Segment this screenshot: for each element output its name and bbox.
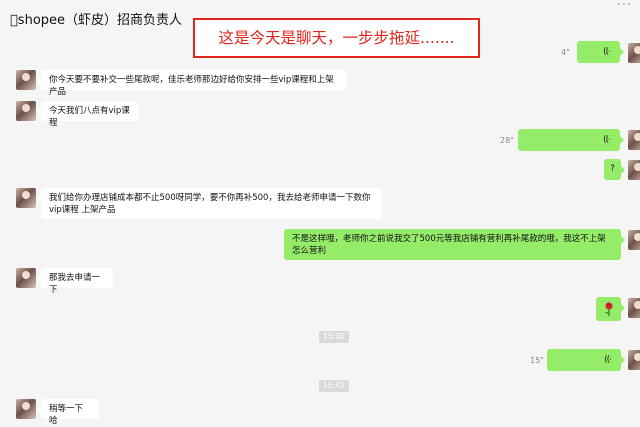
incoming-message[interactable]: 那我去申请一下 (37, 268, 113, 295)
my-avatar[interactable] (628, 130, 640, 150)
my-avatar[interactable] (628, 43, 640, 63)
outgoing-emoji-message[interactable] (596, 297, 625, 321)
outgoing-message[interactable]: 不是这样哦，老师你之前说我交了500元等我店铺有营利再补尾款的哦，我这不上架怎么… (284, 229, 625, 260)
voice-wave-icon: ((· (603, 47, 611, 57)
contact-avatar[interactable] (16, 70, 36, 90)
contact-avatar[interactable] (16, 268, 36, 288)
my-avatar[interactable] (628, 230, 640, 250)
rose-icon (605, 302, 613, 316)
incoming-message[interactable]: 今天我们八点有vip课程 (37, 101, 138, 128)
outgoing-voice-message[interactable]: ((· (518, 129, 624, 151)
outgoing-voice-message[interactable]: ((· (577, 41, 624, 63)
incoming-message[interactable]: 你今天要不要补交一些尾款呢，佳乐老师那边好给你安排一些vip课程和上架产品 (37, 70, 346, 97)
outgoing-voice-message[interactable]: ((· (547, 349, 625, 371)
voice-wave-icon: ((· (603, 135, 611, 145)
contact-avatar[interactable] (16, 101, 36, 121)
time-divider: 15:36 (319, 331, 349, 343)
voice-duration: 28" (500, 136, 514, 145)
outgoing-message[interactable]: ? (604, 159, 625, 180)
voice-duration: 15" (530, 356, 544, 365)
annotation-callout: 这是今天是聊天，一步步拖延....... (193, 18, 480, 58)
contact-avatar[interactable] (16, 399, 36, 419)
my-avatar[interactable] (628, 160, 640, 180)
chat-title:  shopee（虾皮）招商负责人 (10, 13, 183, 28)
my-avatar[interactable] (628, 350, 640, 370)
voice-wave-icon: ((· (604, 355, 612, 365)
incoming-message[interactable]: 稍等一下哈 (37, 399, 99, 426)
my-avatar[interactable] (628, 298, 640, 318)
voice-duration: 4" (561, 48, 570, 57)
contact-avatar[interactable] (16, 188, 36, 208)
time-divider: 15:42 (319, 380, 349, 392)
more-options-icon[interactable]: ... (617, 0, 632, 9)
incoming-message[interactable]: 我们给你办理店铺成本都不止500呀同学，要不你再补500，我去给老师申请一下数你… (37, 188, 382, 219)
